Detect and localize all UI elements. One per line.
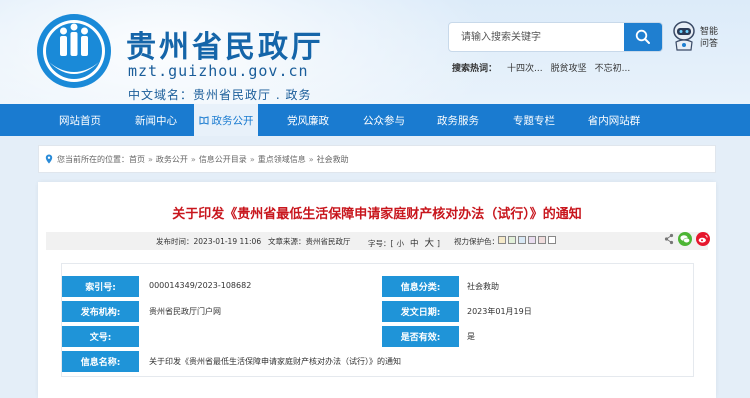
font-small-button[interactable]: 小	[393, 239, 407, 248]
breadcrumb-separator: »	[190, 154, 196, 164]
info-row: 信息名称: 关于印发《贵州省最低生活保障申请家庭财产核对办法（试行）》的通知	[62, 351, 695, 374]
search-input[interactable]	[449, 23, 624, 51]
hot-term[interactable]: 不忘初...	[595, 61, 631, 74]
share-icons	[664, 232, 710, 246]
hot-term[interactable]: 脱贫攻坚	[551, 61, 587, 74]
breadcrumb-link[interactable]: 重点领域信息	[258, 154, 306, 165]
nav-item-gov-affairs[interactable]: 政务公开	[194, 104, 258, 136]
info-label-valid: 是否有效:	[382, 326, 459, 347]
font-medium-button[interactable]: 中	[407, 239, 422, 249]
info-label-publisher: 发布机构:	[62, 301, 139, 322]
info-value-index: 000014349/2023-108682	[149, 281, 252, 290]
font-size-control: 字号：[小中大]	[368, 238, 440, 249]
article-source: 文章来源：贵州省民政厅	[268, 237, 351, 246]
site-title[interactable]: 贵州省民政厅	[126, 22, 324, 66]
breadcrumb-link[interactable]: 社会救助	[317, 154, 349, 165]
location-pin-icon	[45, 154, 53, 164]
hot-search: 搜索热词： 十四次... 脱贫攻坚 不忘初...	[452, 61, 630, 74]
eye-color-swatch[interactable]	[518, 236, 526, 244]
nav-item-news[interactable]: 新闻中心	[118, 104, 194, 136]
breadcrumb-link[interactable]: 政务公开	[156, 154, 188, 165]
info-value-name: 关于印发《贵州省最低生活保障申请家庭财产核对办法（试行）》的通知	[149, 357, 401, 366]
nav-item-home[interactable]: 网站首页	[40, 104, 120, 136]
site-cn-domain: 中文域名：贵州省民政厅 . 政务	[128, 88, 312, 102]
breadcrumb: 您当前所在的位置： 首页 » 政务公开 » 信息公开目录 » 重点领域信息 » …	[38, 145, 716, 173]
smart-qa-label[interactable]: 智能问答	[700, 26, 722, 50]
info-value-date: 2023年01月19日	[467, 307, 532, 316]
info-label-index: 索引号:	[62, 276, 139, 297]
eye-color-swatch[interactable]	[548, 236, 556, 244]
info-row: 索引号: 000014349/2023-108682 信息分类: 社会救助	[62, 276, 695, 299]
info-label-date: 发文日期:	[382, 301, 459, 322]
info-label-name: 信息名称:	[62, 351, 139, 372]
wechat-icon[interactable]	[678, 232, 692, 246]
hot-term[interactable]: 十四次...	[507, 61, 543, 74]
nav-item-participation[interactable]: 公众参与	[346, 104, 422, 136]
share-icon[interactable]	[664, 233, 674, 245]
nav-item-services[interactable]: 政务服务	[420, 104, 496, 136]
eye-color-swatch[interactable]	[498, 236, 506, 244]
eye-protect-label: 视力保护色：	[454, 237, 499, 246]
breadcrumb-separator: »	[249, 154, 255, 164]
site-domain: mzt.guizhou.gov.cn	[128, 62, 309, 80]
nav-item-integrity[interactable]: 党风廉政	[270, 104, 346, 136]
ministry-logo-icon[interactable]	[35, 12, 113, 90]
eye-color-swatch[interactable]	[528, 236, 536, 244]
eye-color-swatches	[498, 236, 556, 244]
eye-color-swatch[interactable]	[508, 236, 516, 244]
weibo-icon[interactable]	[696, 232, 710, 246]
breadcrumb-link[interactable]: 首页	[129, 154, 145, 165]
site-header: 贵州省民政厅 mzt.guizhou.gov.cn 中文域名：贵州省民政厅 . …	[0, 0, 750, 104]
search-button[interactable]	[624, 23, 662, 51]
document-title: 关于印发《贵州省最低生活保障申请家庭财产核对办法（试行）》的通知	[172, 207, 582, 222]
main-nav: 网站首页 新闻中心 政务公开 党风廉政 公众参与 政务服务 专题专栏 省内网站群	[0, 104, 750, 136]
info-row: 发布机构: 贵州省民政厅门户网 发文日期: 2023年01月19日	[62, 301, 695, 324]
info-row: 文号: 是否有效: 是	[62, 326, 695, 349]
article-meta-bar: 发布时间：2023-01-19 11:06 文章来源：贵州省民政厅 字号：[小中…	[46, 232, 710, 250]
eye-color-swatch[interactable]	[538, 236, 546, 244]
info-label-category: 信息分类:	[382, 276, 459, 297]
font-large-button[interactable]: 大	[421, 238, 437, 249]
breadcrumb-separator: »	[148, 154, 153, 164]
robot-assistant-icon[interactable]	[670, 20, 698, 52]
article-panel: 关于印发《贵州省最低生活保障申请家庭财产核对办法（试行）》的通知 发布时间：20…	[38, 182, 716, 398]
search-box	[448, 22, 663, 52]
breadcrumb-prefix: 您当前所在的位置：	[57, 154, 129, 164]
book-icon	[199, 116, 208, 125]
nav-item-label: 政务公开	[211, 114, 254, 127]
breadcrumb-separator: »	[308, 154, 314, 164]
nav-item-topics[interactable]: 专题专栏	[496, 104, 572, 136]
info-value-publisher: 贵州省民政厅门户网	[149, 307, 221, 316]
info-value-category: 社会救助	[467, 282, 499, 291]
info-table: 索引号: 000014349/2023-108682 信息分类: 社会救助 发布…	[61, 263, 694, 377]
publish-time: 发布时间：2023-01-19 11:06	[156, 237, 262, 246]
hot-search-label: 搜索热词：	[452, 64, 498, 74]
nav-item-site-group[interactable]: 省内网站群	[572, 104, 656, 136]
search-icon	[635, 29, 650, 44]
info-value-valid: 是	[467, 332, 475, 341]
breadcrumb-link[interactable]: 信息公开目录	[199, 154, 247, 165]
info-label-docno: 文号:	[62, 326, 139, 347]
